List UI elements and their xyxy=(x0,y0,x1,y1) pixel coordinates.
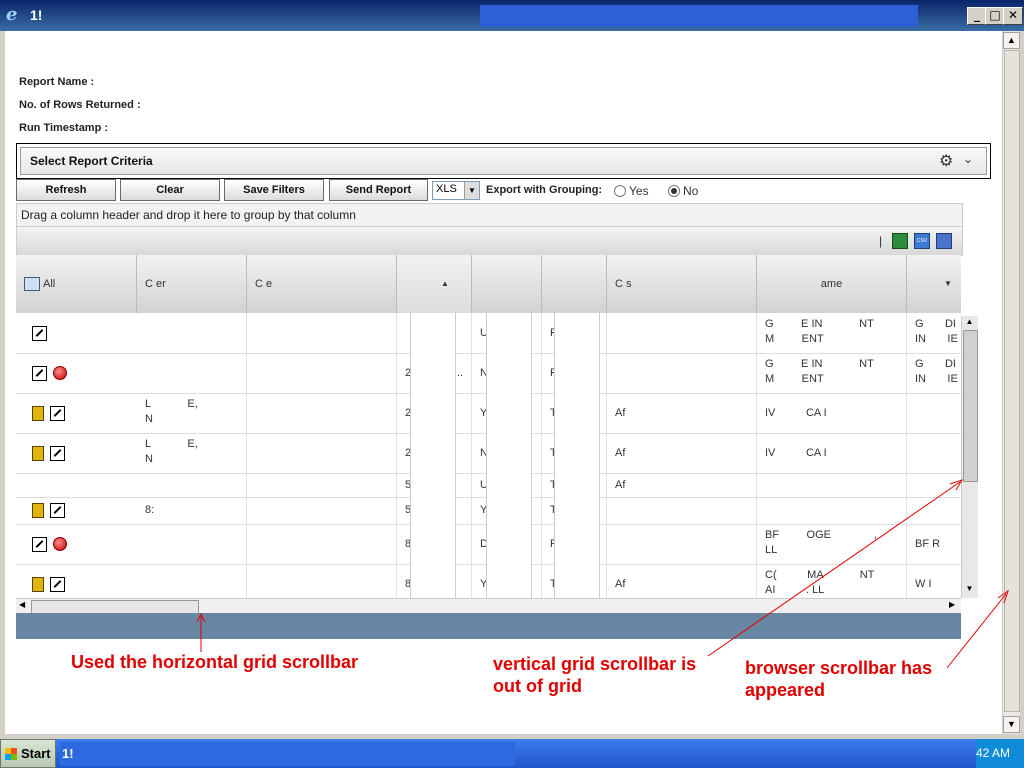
annotation-vscroll-2: out of grid xyxy=(493,676,582,696)
start-label: Start xyxy=(21,746,51,761)
arrow-line xyxy=(707,481,961,657)
annotation-hscroll: Used the horizontal grid scrollbar xyxy=(71,652,359,672)
annotation-browser-2: appeared xyxy=(745,680,826,700)
arrow-line xyxy=(946,593,1007,669)
system-tray-clock: 42 AM xyxy=(976,739,1024,768)
windows-logo-icon xyxy=(5,748,17,760)
annotation-vscroll-1: vertical grid scrollbar is xyxy=(493,654,697,674)
start-button[interactable]: Start xyxy=(0,739,56,768)
annotation-browser-1: browser scrollbar has xyxy=(745,658,933,678)
taskbar-item[interactable]: 1! xyxy=(60,742,515,766)
